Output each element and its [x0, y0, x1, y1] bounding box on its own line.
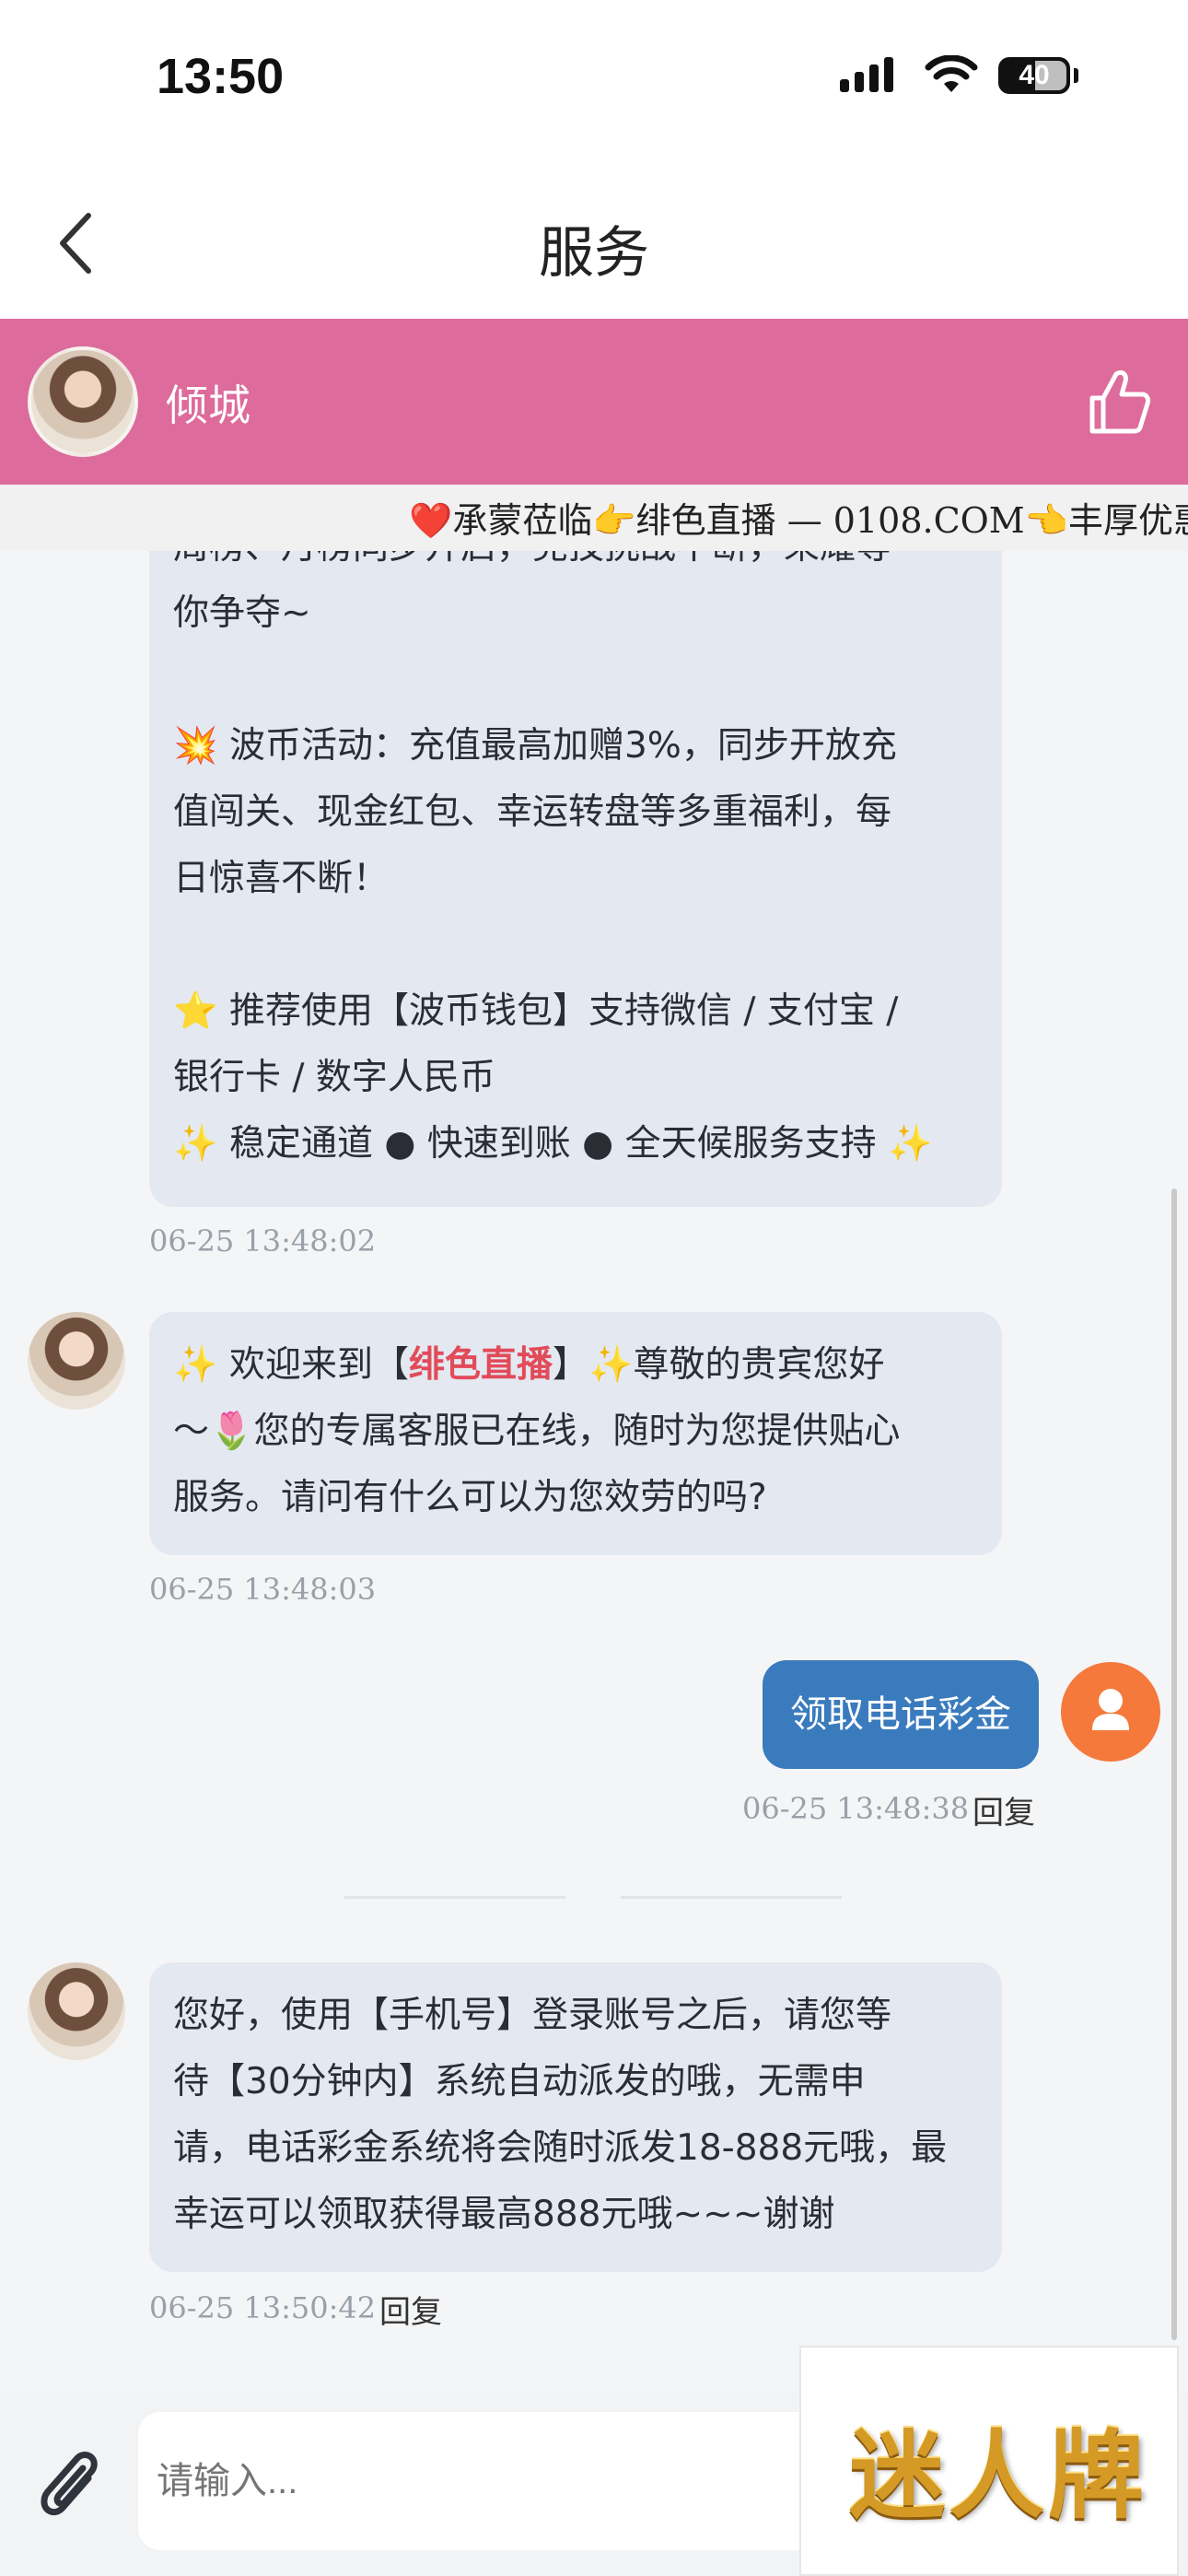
message-timestamp: 06-25 13:48:02	[149, 1224, 377, 1259]
chat-messages[interactable]: 周榜、月榜同步开启，竞技挑战不断，荣耀等 你争夺~ 💥 波币活动：充值最高加赠3…	[0, 551, 1188, 2394]
cellular-signal-icon	[840, 57, 899, 92]
marquee-text: ❤️承蒙莅临👉绯色直播 — 0108.COM👈丰厚优惠	[409, 500, 1188, 541]
battery-level: 40	[1019, 60, 1050, 90]
divider-line	[621, 1896, 842, 1899]
agent-avatar	[28, 1962, 125, 2060]
status-time: 13:50	[157, 49, 285, 104]
logo-text: 迷人牌	[849, 2418, 1148, 2532]
like-button[interactable]	[1087, 367, 1151, 437]
status-bar: 13:50 40	[0, 0, 1188, 157]
user-message-bubble: 领取电话彩金	[763, 1660, 1039, 1769]
navigation-bar: 服务	[0, 157, 1188, 319]
thumbs-up-icon	[1089, 369, 1151, 434]
announcement-marquee: ❤️承蒙莅临👉绯色直播 — 0108.COM👈丰厚优惠	[0, 485, 1188, 551]
message-timestamp: 06-25 13:48:38	[742, 1791, 970, 1826]
agent-header: 倾城	[0, 319, 1188, 485]
message-input[interactable]	[138, 2412, 820, 2550]
paperclip-icon	[41, 2452, 98, 2516]
watermark-logo: 迷人牌	[799, 2346, 1179, 2576]
agent-avatar[interactable]	[28, 346, 138, 457]
brand-name: 绯色直播	[408, 1344, 553, 1386]
agent-avatar	[28, 1312, 125, 1410]
scrollbar[interactable]	[1171, 1188, 1177, 2340]
agent-message-bubble: 您好，使用【手机号】登录账号之后，请您等 待【30分钟内】系统自动派发的哦，无需…	[149, 1962, 1002, 2272]
user-icon	[1092, 1689, 1129, 1730]
message-timestamp: 06-25 13:50:42	[149, 2290, 377, 2325]
reply-button[interactable]: 回复	[379, 2287, 442, 2332]
message-timestamp: 06-25 13:48:03	[149, 1572, 377, 1607]
user-avatar	[1061, 1662, 1160, 1762]
wifi-icon	[925, 54, 978, 98]
battery-icon: 40	[998, 57, 1078, 94]
divider-line	[344, 1896, 565, 1899]
page-title: 服务	[539, 221, 649, 286]
agent-message-bubble: 周榜、月榜同步开启，竞技挑战不断，荣耀等 你争夺~ 💥 波币活动：充值最高加赠3…	[149, 551, 1002, 1207]
welcome-prefix: ✨ 欢迎来到【	[173, 1344, 409, 1386]
agent-message-bubble: ✨ 欢迎来到【绯色直播】✨尊敬的贵宾您好 ～🌷您的专属客服已在线，随时为您提供贴…	[149, 1312, 1002, 1555]
reply-button[interactable]: 回复	[973, 1787, 1035, 1832]
agent-name: 倾城	[166, 381, 250, 430]
attach-button[interactable]	[35, 2445, 105, 2528]
